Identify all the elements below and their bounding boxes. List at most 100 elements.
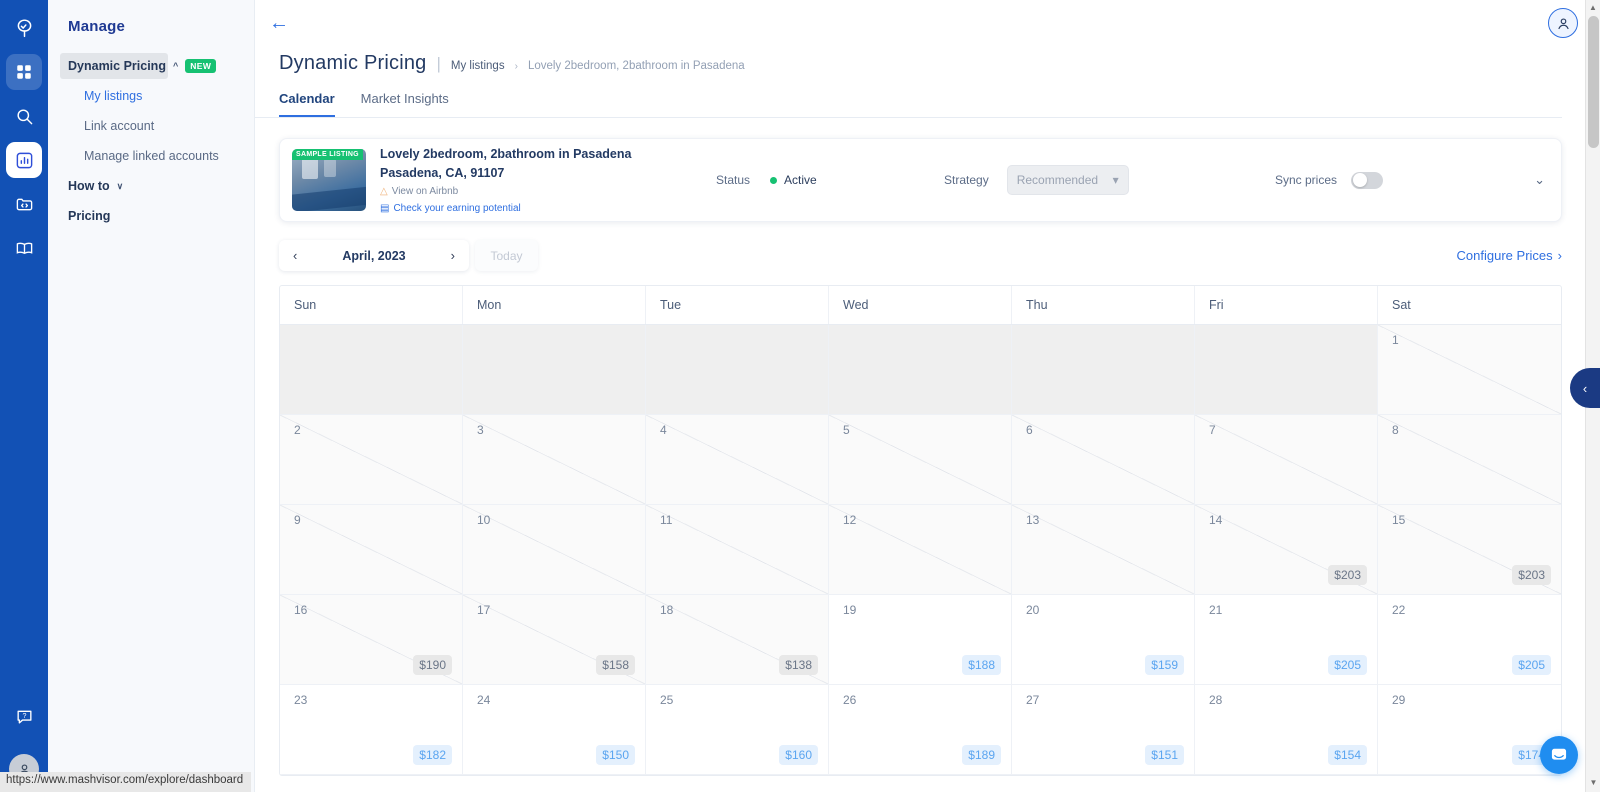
day-price-pill[interactable]: $151	[1145, 745, 1184, 765]
help-chat-icon[interactable]: ?	[6, 698, 42, 734]
day-price-pill[interactable]: $189	[962, 745, 1001, 765]
day-price-pill[interactable]: $160	[779, 745, 818, 765]
listing-info: Lovely 2bedroom, 2bathroom in Pasadena P…	[380, 147, 631, 214]
view-on-airbnb-link[interactable]: △ View on Airbnb	[380, 186, 631, 197]
calendar-day-cell[interactable]: 27 $151	[1012, 685, 1195, 774]
next-month-button[interactable]: ›	[451, 248, 455, 263]
calendar-day-cell[interactable]: 13	[1012, 505, 1195, 594]
calendar-day-cell[interactable]: 15 $203	[1378, 505, 1561, 594]
calendar-day-cell[interactable]: 2	[280, 415, 463, 504]
day-number: 3	[477, 423, 635, 437]
right-drawer-handle[interactable]: ‹	[1570, 368, 1600, 408]
calendar-day-cell[interactable]: 23$182	[280, 685, 463, 774]
day-price-pill[interactable]: $150	[596, 745, 635, 765]
sidebar-item-manage-linked-accounts[interactable]: Manage linked accounts	[48, 141, 254, 171]
browser-status-url: https://www.mashvisor.com/explore/dashbo…	[0, 772, 251, 792]
day-price-pill[interactable]: $188	[962, 655, 1001, 675]
day-number: 19	[843, 603, 1001, 617]
day-price-pill[interactable]: $154	[1328, 745, 1367, 765]
day-header-sun: Sun	[280, 286, 463, 324]
logo-pin-icon[interactable]	[6, 10, 42, 46]
toggle-knob	[1353, 173, 1367, 187]
sidebar-item-dynamic-pricing[interactable]: Dynamic Pricing ^ NEW	[48, 51, 254, 81]
configure-prices-link[interactable]: Configure Prices ›	[1457, 248, 1562, 263]
calendar-day-cell[interactable]: 21 $205	[1195, 595, 1378, 684]
calendar-day-cell[interactable]: 20$159	[1012, 595, 1195, 684]
tab-market-insights[interactable]: Market Insights	[361, 91, 449, 117]
day-price-pill[interactable]: $205	[1328, 655, 1367, 675]
calendar-day-cell[interactable]: 3	[463, 415, 646, 504]
day-price-pill[interactable]: $203	[1512, 565, 1551, 585]
sidebar-item-label: How to	[68, 179, 110, 193]
calendar-day-cell[interactable]: 16 $190	[280, 595, 463, 684]
calendar-day-cell[interactable]: 17$158	[463, 595, 646, 684]
prev-month-button[interactable]: ‹	[293, 248, 297, 263]
account-avatar-button[interactable]	[1548, 8, 1578, 38]
day-price-pill[interactable]: $190	[413, 655, 452, 675]
strategy-select[interactable]: Recommended ▾	[1007, 165, 1129, 195]
day-number: 29	[1392, 693, 1551, 707]
intercom-chat-button[interactable]	[1540, 736, 1578, 774]
day-price-pill[interactable]: $203	[1328, 565, 1367, 585]
day-number: 13	[1026, 513, 1184, 527]
day-number: 15	[1392, 513, 1551, 527]
dashboard-grid-icon[interactable]	[6, 54, 42, 90]
back-button[interactable]: ←	[269, 13, 289, 33]
sync-prices-toggle[interactable]	[1351, 172, 1383, 189]
sidebar-item-my-listings[interactable]: My listings	[48, 81, 254, 111]
breadcrumb-link-my-listings[interactable]: My listings	[451, 60, 505, 72]
month-navigator: ‹ April, 2023 ›	[279, 240, 469, 271]
calendar-day-cell[interactable]: 14$203	[1195, 505, 1378, 594]
calendar-day-cell[interactable]: 4	[646, 415, 829, 504]
earning-potential-link[interactable]: ▤ Check your earning potential	[380, 203, 631, 214]
analytics-chart-icon[interactable]	[6, 142, 42, 178]
calendar-day-cell[interactable]: 12	[829, 505, 1012, 594]
scroll-down-arrow-icon[interactable]: ▼	[1586, 775, 1600, 790]
calendar-day-cell[interactable]: 9	[280, 505, 463, 594]
calendar-day-cell[interactable]: 1	[1378, 325, 1561, 414]
listing-name: Lovely 2bedroom, 2bathroom in Pasadena	[380, 147, 631, 161]
folder-code-icon[interactable]	[6, 186, 42, 222]
day-price-pill[interactable]: $159	[1145, 655, 1184, 675]
calendar-day-cell[interactable]: 25$160	[646, 685, 829, 774]
tab-calendar[interactable]: Calendar	[279, 91, 335, 117]
day-number: 21	[1209, 603, 1367, 617]
calendar-toolbar: ‹ April, 2023 › Today Configure Prices ›	[279, 240, 1562, 271]
calendar-day-cell[interactable]: 5	[829, 415, 1012, 504]
thumb-decor-2	[324, 159, 336, 177]
book-icon[interactable]	[6, 230, 42, 266]
day-number: 27	[1026, 693, 1184, 707]
day-number: 16	[294, 603, 452, 617]
scroll-up-arrow-icon[interactable]: ▲	[1586, 0, 1600, 15]
day-header-mon: Mon	[463, 286, 646, 324]
svg-text:?: ?	[22, 712, 26, 720]
thumb-decor-1	[302, 157, 318, 179]
calendar-cell-empty	[829, 325, 1012, 414]
calendar-day-cell[interactable]: 8	[1378, 415, 1561, 504]
calendar-day-cell[interactable]: 10	[463, 505, 646, 594]
today-button[interactable]: Today	[475, 240, 538, 271]
search-icon[interactable]	[6, 98, 42, 134]
expand-listing-card-button[interactable]: ⌄	[1534, 172, 1545, 188]
day-header-wed: Wed	[829, 286, 1012, 324]
calendar-day-cell[interactable]: 24$150	[463, 685, 646, 774]
calendar-day-cell[interactable]: 6	[1012, 415, 1195, 504]
sidebar-item-how-to[interactable]: How to ∨	[48, 171, 254, 201]
calendar-day-cell[interactable]: 7	[1195, 415, 1378, 504]
day-price-pill[interactable]: $182	[413, 745, 452, 765]
listing-thumbnail[interactable]: SAMPLE LISTING	[292, 149, 366, 211]
calendar-day-cell[interactable]: 22$205	[1378, 595, 1561, 684]
calendar-day-cell[interactable]: 19 $188	[829, 595, 1012, 684]
calendar-day-cell[interactable]: 18$138	[646, 595, 829, 684]
day-price-pill[interactable]: $205	[1512, 655, 1551, 675]
calendar-cell-empty	[646, 325, 829, 414]
day-price-pill[interactable]: $158	[596, 655, 635, 675]
calendar-day-cell[interactable]: 11	[646, 505, 829, 594]
sidebar-item-link-account[interactable]: Link account	[48, 111, 254, 141]
calendar-day-cell[interactable]: 26$189	[829, 685, 1012, 774]
sidebar-item-pricing[interactable]: Pricing	[48, 201, 254, 231]
calendar-day-cell[interactable]: 29$174	[1378, 685, 1561, 774]
calendar-day-cell[interactable]: 28$154	[1195, 685, 1378, 774]
day-price-pill[interactable]: $138	[779, 655, 818, 675]
scrollbar-thumb[interactable]	[1588, 16, 1599, 148]
